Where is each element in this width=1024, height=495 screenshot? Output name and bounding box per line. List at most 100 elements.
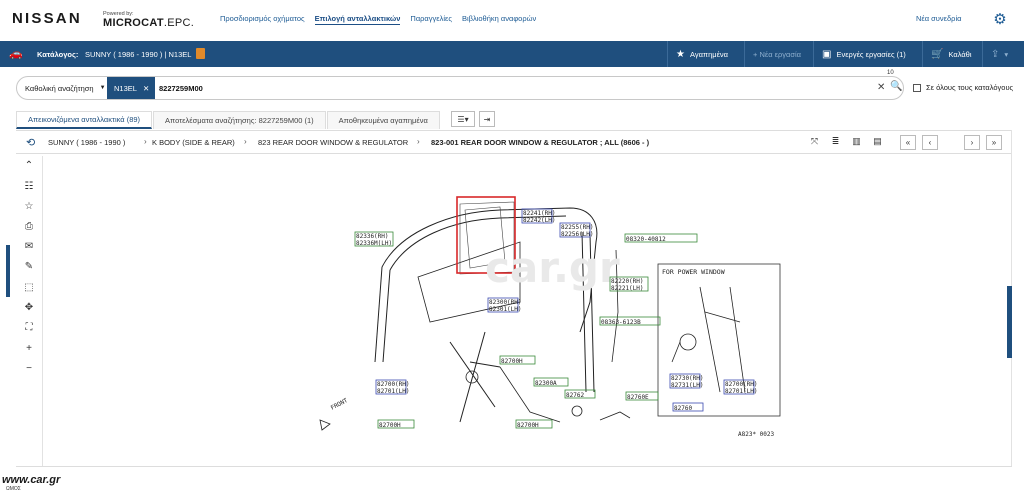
select-area-icon[interactable]: ⬚ bbox=[22, 281, 36, 295]
label-82700h-b[interactable]: 82700H bbox=[517, 422, 539, 429]
label-82242[interactable]: 82242(LH) bbox=[523, 217, 556, 224]
export-button[interactable]: ⇪ ▾ bbox=[982, 41, 1016, 67]
active-jobs-button[interactable]: ▣ Ενεργές εργασίες (1) bbox=[813, 41, 914, 67]
all-catalogs-checkbox[interactable] bbox=[913, 83, 921, 92]
chevron-down-icon: ▼ bbox=[99, 85, 106, 91]
front-label: FRONT bbox=[330, 397, 350, 412]
breadcrumb-current: 823-001 REAR DOOR WINDOW & REGULATOR ; A… bbox=[431, 138, 650, 147]
right-panel-handle[interactable] bbox=[1007, 286, 1012, 358]
watermark-sub: ΩΜΟΣ bbox=[6, 486, 21, 492]
label-82256[interactable]: 82256(LH) bbox=[561, 231, 594, 238]
notes-icon[interactable] bbox=[196, 48, 205, 59]
label-82241[interactable]: 82241(RH) bbox=[523, 210, 556, 217]
label-82255[interactable]: 82255(RH) bbox=[561, 224, 594, 231]
label-82336[interactable]: 82336(RH) bbox=[356, 233, 389, 240]
cart-icon: 🛒 bbox=[931, 48, 944, 60]
tab-tools: ☰▾ ⇥ bbox=[451, 111, 495, 127]
annotate-icon[interactable]: ✎ bbox=[22, 260, 36, 274]
add-list-icon[interactable]: ☷ bbox=[22, 180, 36, 194]
chevron-right-icon: › bbox=[244, 137, 247, 146]
front-arrow-icon bbox=[319, 419, 331, 431]
catalog-chip[interactable]: N13EL ✕ bbox=[107, 77, 155, 99]
breadcrumb-model[interactable]: SUNNY ( 1986 - 1990 ) bbox=[48, 138, 125, 147]
breadcrumb-group[interactable]: 823 REAR DOOR WINDOW & REGULATOR bbox=[258, 138, 408, 147]
label-82700h[interactable]: 82700H bbox=[501, 358, 523, 365]
label-82700[interactable]: 82700(RH) bbox=[377, 381, 410, 388]
label-82701[interactable]: 82701(LH) bbox=[377, 388, 410, 395]
label-82301[interactable]: 82301(LH) bbox=[489, 306, 522, 313]
tab-search-results[interactable]: Αποτελέσματα αναζήτησης: 8227259M00 (1) bbox=[153, 111, 326, 129]
label-82762[interactable]: 82762 bbox=[566, 392, 584, 399]
svg-text:car.gr: car.gr bbox=[485, 243, 620, 292]
label-82760[interactable]: 82760 bbox=[674, 405, 692, 412]
favorites-button[interactable]: ★ Αγαπημένα bbox=[667, 41, 736, 67]
prev-page-button[interactable]: ‹ bbox=[922, 135, 938, 150]
parts-diagram-svg[interactable]: car.gr FOR POWER WINDOW 82241(RH) 82242(… bbox=[300, 192, 800, 442]
result-count: 10 bbox=[887, 70, 894, 76]
panel-icon: ⇥ bbox=[483, 114, 491, 124]
microcat-logo: MICROCAT.EPC. bbox=[103, 17, 195, 29]
next-page-button[interactable]: › bbox=[964, 135, 980, 150]
print-icon[interactable]: ⎙ bbox=[22, 220, 36, 234]
search-type-dropdown[interactable]: Καθολική αναζήτηση ▼ bbox=[25, 77, 107, 99]
new-job-button[interactable]: + Νέα εργασία bbox=[744, 41, 809, 67]
nissan-logo: NISSAN bbox=[12, 10, 82, 27]
chevron-right-icon: › bbox=[417, 137, 420, 146]
close-icon[interactable]: ✕ bbox=[143, 84, 149, 93]
search-bar: Καθολική αναζήτηση▼ N13EL✕ 10 ✕ 🔍 bbox=[16, 70, 904, 100]
label-82336m[interactable]: 82336M(LH) bbox=[356, 240, 392, 247]
toggle-panel-button[interactable]: ⇥ bbox=[479, 111, 495, 127]
refresh-icon[interactable]: ⟲ bbox=[26, 136, 40, 150]
nav-orders[interactable]: Παραγγελίες bbox=[410, 14, 452, 25]
tab-illustrated-parts[interactable]: Απεικονιζόμενα ανταλλακτικά (89) bbox=[16, 111, 153, 129]
label-08320-40812[interactable]: 08320-40812 bbox=[626, 236, 666, 243]
zoom-out-icon[interactable]: − bbox=[22, 362, 36, 376]
pan-icon[interactable]: ✥ bbox=[22, 301, 36, 315]
list-options-button[interactable]: ☰▾ bbox=[451, 111, 475, 127]
list-view-icon[interactable]: ≣ bbox=[829, 135, 842, 148]
search-icon[interactable]: 🔍 bbox=[890, 81, 902, 92]
label-82730[interactable]: 82730(RH) bbox=[671, 375, 704, 382]
fit-view-icon[interactable]: ⤧ bbox=[808, 135, 821, 148]
parts-illustration[interactable]: car.gr FOR POWER WINDOW 82241(RH) 82242(… bbox=[300, 192, 800, 442]
catalog-label: Κατάλογος: bbox=[37, 50, 79, 59]
left-panel-handle[interactable] bbox=[6, 245, 10, 297]
zoom-in-icon[interactable]: + bbox=[22, 342, 36, 356]
nav-reference-library[interactable]: Βιβλιοθήκη αναφορών bbox=[462, 14, 536, 25]
nav-vehicle-identification[interactable]: Προσδιορισμός οχήματος bbox=[220, 14, 305, 25]
email-icon[interactable]: ✉ bbox=[22, 240, 36, 254]
tab-saved-favorites[interactable]: Αποθηκευμένα αγαπημένα bbox=[326, 111, 440, 129]
fit-screen-icon[interactable]: ⛶ bbox=[22, 321, 36, 335]
label-82221[interactable]: 82221(LH) bbox=[611, 285, 644, 292]
first-page-button[interactable]: « bbox=[900, 135, 916, 150]
label-82701-inset[interactable]: 82701(LH) bbox=[725, 388, 758, 395]
split-view-icon[interactable]: ▥ bbox=[850, 135, 863, 148]
breadcrumb: ⟲ SUNNY ( 1986 - 1990 ) › K BODY (SIDE &… bbox=[16, 130, 1012, 154]
last-page-button[interactable]: » bbox=[986, 135, 1002, 150]
new-session-link[interactable]: Νέα συνεδρία bbox=[916, 14, 961, 23]
label-82300a[interactable]: 82300A bbox=[535, 380, 557, 387]
label-82760e[interactable]: 82760E bbox=[627, 394, 649, 401]
illustration-toolbar: ⌃ ☷ ☆ ⎙ ✉ ✎ ⬚ ✥ ⛶ + − bbox=[16, 156, 43, 466]
catalog-bar: 🚗 Κατάλογος: SUNNY ( 1986 - 1990 ) | N13… bbox=[0, 41, 1024, 67]
view-mode-icons: ⤧ ≣ ▥ ▤ bbox=[808, 135, 884, 148]
basket-button[interactable]: 🛒 Καλάθι bbox=[922, 41, 980, 67]
label-82700h-c[interactable]: 82700H bbox=[379, 422, 401, 429]
top-header: NISSAN Powered by: MICROCAT.EPC. Προσδιο… bbox=[0, 0, 1024, 40]
label-82300[interactable]: 82300(RH) bbox=[489, 299, 522, 306]
label-08363-6123b[interactable]: 08363-6123B bbox=[601, 319, 641, 326]
breadcrumb-section[interactable]: K BODY (SIDE & REAR) bbox=[152, 138, 235, 147]
all-catalogs-option[interactable]: Σε όλους τους καταλόγους bbox=[913, 83, 1013, 92]
search-input[interactable] bbox=[159, 80, 859, 96]
gear-icon[interactable]: ⚙ bbox=[992, 12, 1008, 28]
clear-icon[interactable]: ✕ bbox=[877, 82, 885, 93]
favorite-star-icon[interactable]: ☆ bbox=[22, 200, 36, 214]
detail-view-icon[interactable]: ▤ bbox=[871, 135, 884, 148]
label-82220[interactable]: 82220(RH) bbox=[611, 278, 644, 285]
site-watermark: www.car.gr bbox=[2, 474, 61, 486]
nav-parts-selection[interactable]: Επιλογή ανταλλακτικών bbox=[314, 14, 401, 25]
label-82700-inset[interactable]: 82700(RH) bbox=[725, 381, 758, 388]
main-nav: Προσδιορισμός οχήματος Επιλογή ανταλλακτ… bbox=[220, 14, 536, 25]
label-82731[interactable]: 82731(LH) bbox=[671, 382, 704, 389]
collapse-up-icon[interactable]: ⌃ bbox=[22, 159, 36, 173]
